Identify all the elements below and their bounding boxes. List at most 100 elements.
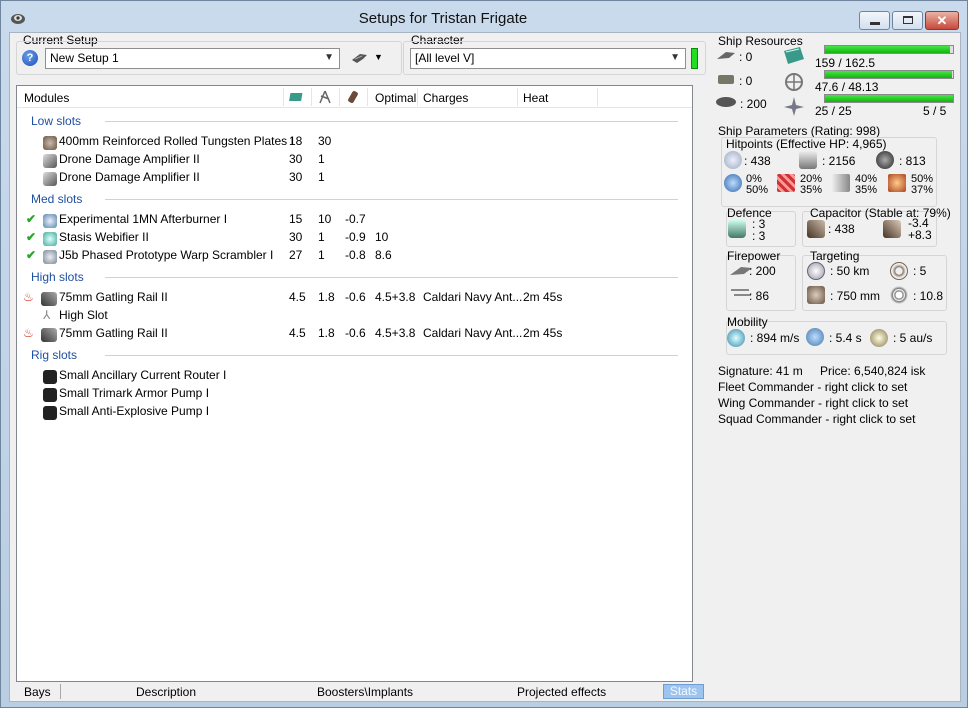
module-charges: Caldari Navy Ant... xyxy=(423,326,523,340)
cpu-column-icon[interactable] xyxy=(289,90,305,104)
minimize-icon xyxy=(870,22,880,25)
column-optimal[interactable]: Optimal xyxy=(375,91,416,105)
module-row[interactable]: ♨ 75mm Gatling Rail II 4.5 1.8 -0.6 4.5+… xyxy=(17,324,692,342)
setup-select[interactable]: New Setup 1 ▼ xyxy=(45,48,340,69)
module-heat: 2m 45s xyxy=(523,326,563,340)
module-powergrid: 1 xyxy=(318,170,325,184)
module-optimal: 8.6 xyxy=(375,248,392,262)
module-cpu: 4.5 xyxy=(289,326,306,340)
tab-projected-effects[interactable]: Projected effects xyxy=(517,685,606,699)
character-status-indicator xyxy=(691,48,698,69)
warp-speed-value: : 5 au/s xyxy=(893,331,933,345)
module-name: High Slot xyxy=(59,308,108,322)
capacitor-value: : 438 xyxy=(828,222,855,236)
low-slots-divider xyxy=(105,121,678,122)
module-capacitor: -0.6 xyxy=(345,326,366,340)
speed-icon xyxy=(727,329,745,347)
character-select-value: [All level V] xyxy=(415,51,475,65)
empty-slot-row[interactable]: ⅄ High Slot xyxy=(17,306,692,324)
module-name: Drone Damage Amplifier II xyxy=(59,152,200,166)
app-window: Setups for Tristan Frigate ✕ Current Set… xyxy=(0,0,968,708)
align-time-value: : 5.4 s xyxy=(829,331,862,345)
active-drones-value: 5 / 5 xyxy=(923,104,947,118)
em-resist-armor: 50% xyxy=(746,184,769,196)
module-charges: Caldari Navy Ant... xyxy=(423,290,523,304)
module-name: Small Trimark Armor Pump I xyxy=(59,386,210,400)
active-check-icon[interactable]: ✔ xyxy=(26,248,36,262)
kinetic-resist: 40% 35% xyxy=(855,174,877,196)
help-icon[interactable]: ? xyxy=(22,50,38,66)
module-powergrid: 1 xyxy=(318,230,325,244)
rig-slots-title: Rig slots xyxy=(31,348,78,362)
empty-slot-icon: ⅄ xyxy=(43,308,51,322)
max-targets-value: : 5 xyxy=(913,264,927,278)
module-name: Small Anti-Explosive Pump I xyxy=(59,404,210,418)
module-row[interactable]: Drone Damage Amplifier II 30 1 xyxy=(17,168,692,186)
drone-bar xyxy=(824,94,954,103)
tab-boosters-implants[interactable]: Boosters\Implants xyxy=(317,685,413,699)
module-powergrid: 10 xyxy=(318,212,332,226)
capacitor-delta-icon xyxy=(883,220,901,238)
column-heat[interactable]: Heat xyxy=(523,91,548,105)
module-row[interactable]: ♨ 75mm Gatling Rail II 4.5 1.8 -0.6 4.5+… xyxy=(17,288,692,306)
volley-value: : 86 xyxy=(749,289,770,303)
minimize-button[interactable] xyxy=(859,11,890,30)
client-area: Current Setup ? New Setup 1 ▼ ▼ Characte… xyxy=(9,32,961,702)
module-powergrid: 1 xyxy=(318,152,325,166)
module-row[interactable]: Small Anti-Explosive Pump I xyxy=(17,402,692,420)
cpu-bar xyxy=(824,45,954,54)
module-capacitor: -0.9 xyxy=(345,230,366,244)
module-capacitor: -0.7 xyxy=(345,212,366,226)
module-row[interactable]: ✔ Stasis Webifier II 30 1 -0.9 10 xyxy=(17,228,692,246)
launcher-hardpoint-icon xyxy=(718,75,734,84)
powergrid-value: 47.6 / 48.13 xyxy=(815,80,879,94)
align-time-icon xyxy=(806,328,824,346)
column-charges[interactable]: Charges xyxy=(423,91,468,105)
scan-resolution-icon xyxy=(807,286,825,304)
bottom-tab-bar: Bays Description Boosters\Implants Proje… xyxy=(16,683,956,700)
kinetic-resist-icon xyxy=(832,174,850,192)
med-slots-divider xyxy=(105,199,678,200)
overheat-icon[interactable]: ♨ xyxy=(23,326,34,340)
module-row[interactable]: ✔ Experimental 1MN Afterburner I 15 10 -… xyxy=(17,210,692,228)
thermal-resist-armor: 35% xyxy=(800,184,823,196)
module-row[interactable]: 400mm Reinforced Rolled Tungsten Plates … xyxy=(17,132,692,150)
cpu-icon xyxy=(784,47,804,64)
high-slots-divider xyxy=(105,277,678,278)
module-row[interactable]: ✔ J5b Phased Prototype Warp Scrambler I … xyxy=(17,246,692,264)
tab-stats[interactable]: Stats xyxy=(663,684,704,699)
module-row[interactable]: Small Trimark Armor Pump I xyxy=(17,384,692,402)
module-optimal: 4.5+3.8 xyxy=(375,290,416,304)
module-cpu: 18 xyxy=(289,134,303,148)
module-capacitor: -0.6 xyxy=(345,290,366,304)
squad-commander-slot[interactable]: Squad Commander - right click to set xyxy=(718,412,915,426)
armor-hp-value: : 2156 xyxy=(822,154,856,168)
wing-commander-slot[interactable]: Wing Commander - right click to set xyxy=(718,396,908,410)
sensor-strength-value: : 10.8 xyxy=(913,289,944,303)
ship-icon xyxy=(352,54,367,63)
capacitor-column-icon[interactable] xyxy=(345,90,361,104)
thermal-resist: 20% 35% xyxy=(800,174,822,196)
active-check-icon[interactable]: ✔ xyxy=(26,230,36,244)
close-button[interactable]: ✕ xyxy=(925,11,959,30)
active-check-icon[interactable]: ✔ xyxy=(26,212,36,226)
rig-slots-divider xyxy=(105,355,678,356)
tab-description[interactable]: Description xyxy=(136,685,196,699)
tab-bays[interactable]: Bays xyxy=(24,685,51,699)
sensor-strength-icon xyxy=(890,286,908,304)
module-capacitor: -0.8 xyxy=(345,248,366,262)
title-bar[interactable]: Setups for Tristan Frigate ✕ xyxy=(1,1,967,33)
fleet-commander-slot[interactable]: Fleet Commander - right click to set xyxy=(718,380,907,394)
high-slots-title: High slots xyxy=(31,270,84,284)
powergrid-column-icon[interactable] xyxy=(317,90,333,104)
character-select[interactable]: [All level V] ▼ xyxy=(410,48,686,69)
module-row[interactable]: Drone Damage Amplifier II 30 1 xyxy=(17,150,692,168)
column-modules[interactable]: Modules xyxy=(24,91,69,105)
modules-panel[interactable]: Modules Optimal Charges Heat Low slots 4… xyxy=(16,85,693,682)
module-row[interactable]: Small Ancillary Current Router I xyxy=(17,366,692,384)
module-name: 75mm Gatling Rail II xyxy=(59,290,168,304)
ship-options-button[interactable]: ▼ xyxy=(351,49,385,69)
med-slots-title: Med slots xyxy=(31,192,83,206)
maximize-button[interactable] xyxy=(892,11,923,30)
overheat-icon[interactable]: ♨ xyxy=(23,290,34,304)
